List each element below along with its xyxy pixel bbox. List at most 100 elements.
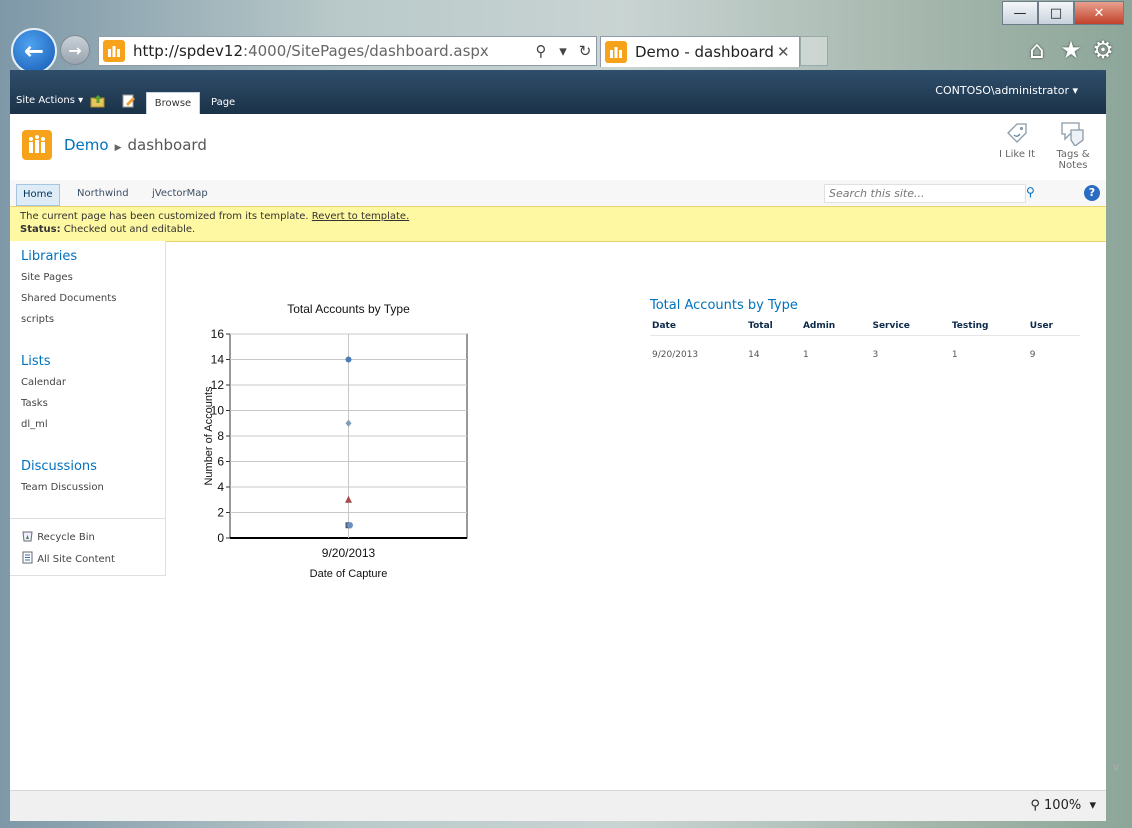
y-tick-label: 2: [217, 506, 224, 520]
column-header-admin: Admin: [800, 318, 871, 336]
table-body: 9/20/2013 14 1 3 1 9: [650, 336, 1080, 365]
ql-item-scripts[interactable]: scripts: [21, 314, 54, 325]
edit-page-icon[interactable]: [122, 94, 138, 108]
tags-notes-button[interactable]: Tags & Notes: [1050, 120, 1096, 171]
ql-heading-libraries[interactable]: Libraries: [21, 249, 77, 264]
topnav-home[interactable]: Home: [16, 184, 60, 206]
table-row: 9/20/2013 14 1 3 1 9: [650, 336, 1080, 365]
recycle-bin-label: Recycle Bin: [37, 532, 95, 543]
ql-item-calendar[interactable]: Calendar: [21, 377, 66, 388]
user-menu[interactable]: CONTOSO\administrator ▾: [935, 84, 1078, 97]
page-status-bar: The current page has been customized fro…: [10, 206, 1106, 242]
site-logo-icon[interactable]: [22, 130, 52, 160]
maximize-button[interactable]: □: [1038, 1, 1074, 25]
ql-heading-discussions[interactable]: Discussions: [21, 459, 97, 474]
zoom-control[interactable]: ⚲ 100% ▾: [1030, 798, 1096, 813]
quick-launch: Libraries Site Pages Shared Documents sc…: [10, 241, 166, 576]
browser-tab[interactable]: Demo - dashboard ✕: [600, 36, 800, 67]
title-area: Demo ▶ dashboard I Like It Tags & Notes: [10, 114, 1106, 181]
column-header-user: User: [1027, 318, 1080, 336]
site-favicon-icon: [103, 40, 125, 62]
table-cell-testing: 1: [951, 350, 958, 360]
y-tick-label: 0: [217, 531, 224, 545]
column-header-total: Total: [746, 318, 801, 336]
tab-title: Demo - dashboard: [635, 43, 774, 61]
forward-button[interactable]: →: [60, 35, 90, 65]
ql-item-dl-ml[interactable]: dl_ml: [21, 419, 48, 430]
all-site-content-icon: [22, 551, 33, 564]
y-axis-label: Number of Accounts: [203, 386, 215, 486]
zoom-icon: ⚲: [1030, 798, 1040, 813]
like-tag-icon: [1007, 123, 1027, 143]
table-cell-admin: 1: [802, 350, 809, 360]
tags-notes-icon: [1061, 122, 1084, 147]
all-site-content-label: All Site Content: [37, 554, 115, 565]
search-button-icon[interactable]: ⚲: [1026, 185, 1042, 202]
navigate-up-icon[interactable]: [90, 94, 106, 108]
x-axis-label: Date of Capture: [310, 568, 388, 580]
ql-recycle-bin[interactable]: Recycle Bin: [21, 529, 95, 543]
ql-item-shared-documents[interactable]: Shared Documents: [21, 293, 116, 304]
topnav-jvectormap[interactable]: jVectorMap: [146, 184, 214, 204]
ribbon: Site Actions ▾ Browse Page CONTOSO\admin…: [10, 70, 1106, 115]
settings-gear-icon[interactable]: ⚙: [1088, 35, 1118, 65]
ql-all-site-content[interactable]: All Site Content: [21, 551, 115, 565]
x-tick-label: 9/20/2013: [322, 546, 376, 560]
i-like-it-button[interactable]: I Like It: [994, 120, 1040, 160]
y-tick-label: 6: [217, 455, 224, 469]
home-icon[interactable]: ⌂: [1022, 35, 1052, 65]
browser-window: — □ ✕ ← → http://spdev12:4000/SitePages/…: [0, 0, 1132, 828]
table-cell-user: 9: [1029, 350, 1036, 360]
refresh-icon[interactable]: ↻: [574, 42, 596, 60]
chart-title: Total Accounts by Type: [287, 302, 410, 316]
tab-browse[interactable]: Browse: [146, 92, 200, 115]
data-point: [347, 522, 353, 529]
back-button[interactable]: ←: [11, 28, 57, 74]
tab-page[interactable]: Page: [211, 97, 235, 108]
ql-item-team-discussion[interactable]: Team Discussion: [21, 482, 104, 493]
ql-heading-lists[interactable]: Lists: [21, 354, 51, 369]
tags-label: Tags &: [1056, 149, 1090, 160]
url-text[interactable]: http://spdev12:4000/SitePages/dashboard.…: [133, 42, 530, 60]
y-tick-label: 8: [217, 429, 224, 443]
table-cell-service: 3: [872, 350, 879, 360]
table-title[interactable]: Total Accounts by Type: [650, 298, 798, 313]
favorites-star-icon[interactable]: ★: [1056, 35, 1086, 65]
scroll-down-icon[interactable]: ∨: [1112, 760, 1121, 774]
ql-item-tasks[interactable]: Tasks: [21, 398, 48, 409]
page-content: Site Actions ▾ Browse Page CONTOSO\admin…: [10, 70, 1106, 790]
like-label: I Like It: [998, 149, 1036, 160]
breadcrumb-site-link[interactable]: Demo: [64, 136, 109, 154]
breadcrumb-page: dashboard: [127, 136, 207, 154]
breadcrumb: Demo ▶ dashboard: [64, 136, 207, 154]
help-icon[interactable]: ?: [1084, 185, 1100, 201]
topnav-northwind[interactable]: Northwind: [71, 184, 135, 204]
address-bar[interactable]: http://spdev12:4000/SitePages/dashboard.…: [98, 36, 597, 66]
close-window-button[interactable]: ✕: [1074, 1, 1124, 25]
y-tick-label: 4: [217, 480, 224, 494]
ql-divider: [10, 518, 165, 519]
recycle-bin-icon: [22, 531, 33, 542]
revert-template-link[interactable]: Revert to template.: [312, 211, 409, 222]
status-message: The current page has been customized fro…: [20, 211, 309, 222]
browser-status-bar: ⚲ 100% ▾: [10, 790, 1106, 821]
table-cell-date: 9/20/2013: [652, 350, 699, 360]
column-header-date: Date: [650, 318, 747, 336]
ql-item-site-pages[interactable]: Site Pages: [21, 272, 73, 283]
breadcrumb-arrow-icon: ▶: [114, 143, 122, 153]
y-tick-label: 16: [211, 327, 225, 341]
notes-label: Notes: [1058, 160, 1088, 171]
site-actions-menu[interactable]: Site Actions ▾: [16, 95, 83, 106]
window-controls: — □ ✕: [1002, 1, 1124, 25]
search-icon[interactable]: ⚲: [530, 42, 552, 60]
search-input[interactable]: Search this site...: [824, 184, 1026, 203]
top-navigation: Home Northwind jVectorMap Search this si…: [10, 180, 1106, 207]
y-tick-label: 14: [211, 353, 225, 367]
minimize-button[interactable]: —: [1002, 1, 1038, 25]
accounts-chart: Total Accounts by Type02468101214169/20/…: [203, 302, 468, 580]
status-label: Status:: [20, 224, 61, 235]
table-cell-total: 14: [748, 350, 760, 360]
new-tab-button[interactable]: [800, 36, 828, 66]
dropdown-icon[interactable]: ▾: [552, 42, 574, 60]
tab-close-icon[interactable]: ✕: [777, 43, 799, 61]
